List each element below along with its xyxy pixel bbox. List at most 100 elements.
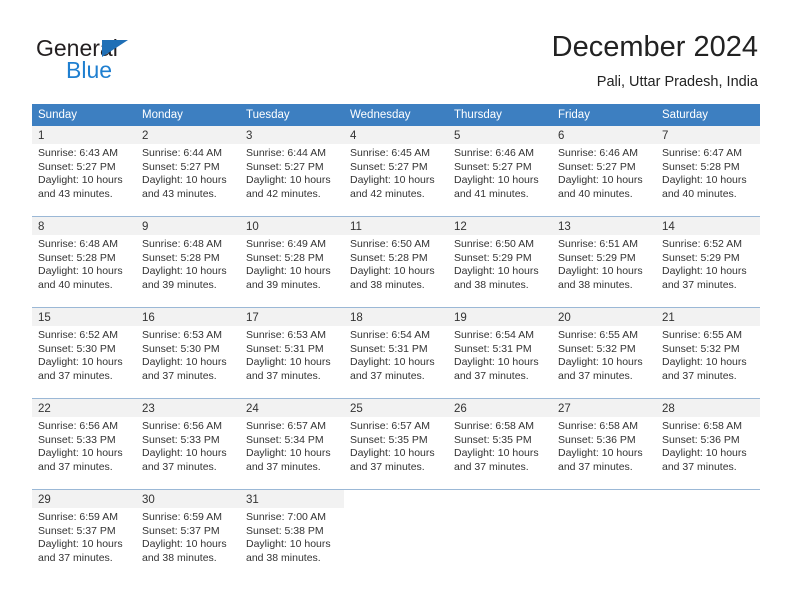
day-number-bar: 13	[552, 217, 656, 235]
day-cell[interactable]: 16 Sunrise: 6:53 AM Sunset: 5:30 PM Dayligh…	[136, 308, 240, 387]
sunrise-time: Sunrise: 6:53 AM	[246, 329, 326, 341]
daylight-duration-line2: and 42 minutes.	[350, 187, 425, 200]
day-cell[interactable]: 18 Sunrise: 6:54 AM Sunset: 5:31 PM Dayligh…	[344, 308, 448, 387]
day-info: Sunrise: 6:46 AM Sunset: 5:27 PM Daylight:…	[448, 144, 552, 201]
day-number: 8	[38, 221, 45, 233]
day-cell[interactable]: 30 Sunrise: 6:59 AM Sunset: 5:37 PM Dayligh…	[136, 490, 240, 569]
daylight-duration-line1: Daylight: 10 hours	[662, 447, 747, 460]
sunset-time: Sunset: 5:37 PM	[38, 524, 116, 537]
day-number: 28	[662, 403, 675, 415]
day-info: Sunrise: 6:48 AM Sunset: 5:28 PM Daylight:…	[32, 235, 136, 292]
day-number-bar	[448, 490, 552, 508]
daylight-duration-line2: and 37 minutes.	[350, 460, 425, 473]
daylight-duration-line1: Daylight: 10 hours	[350, 356, 435, 369]
day-cell[interactable]: 13 Sunrise: 6:51 AM Sunset: 5:29 PM Dayligh…	[552, 217, 656, 296]
calendar-page: General Blue December 2024 Pali, Uttar P…	[0, 0, 792, 612]
daylight-duration-line2: and 37 minutes.	[558, 460, 633, 473]
day-cell[interactable]: 31 Sunrise: 7:00 AM Sunset: 5:38 PM Dayligh…	[240, 490, 344, 569]
day-cell[interactable]: 24 Sunrise: 6:57 AM Sunset: 5:34 PM Dayligh…	[240, 399, 344, 478]
sunrise-time: Sunrise: 6:59 AM	[38, 511, 118, 523]
day-info: Sunrise: 6:46 AM Sunset: 5:27 PM Daylight:…	[552, 144, 656, 201]
day-number-bar: 18	[344, 308, 448, 326]
day-number-bar: 28	[656, 399, 760, 417]
day-info: Sunrise: 6:53 AM Sunset: 5:30 PM Daylight:…	[136, 326, 240, 383]
day-cell[interactable]: 19 Sunrise: 6:54 AM Sunset: 5:31 PM Dayligh…	[448, 308, 552, 387]
daylight-duration-line1: Daylight: 10 hours	[142, 265, 227, 278]
daylight-duration-line2: and 37 minutes.	[142, 460, 217, 473]
day-cell[interactable]: 29 Sunrise: 6:59 AM Sunset: 5:37 PM Dayligh…	[32, 490, 136, 569]
sunset-time: Sunset: 5:28 PM	[662, 160, 740, 173]
daylight-duration-line1: Daylight: 10 hours	[246, 447, 331, 460]
sunrise-time: Sunrise: 6:52 AM	[662, 238, 742, 250]
sunrise-time: Sunrise: 6:44 AM	[142, 147, 222, 159]
day-info	[344, 508, 448, 511]
sunrise-time: Sunrise: 6:54 AM	[454, 329, 534, 341]
daylight-duration-line1: Daylight: 10 hours	[454, 356, 539, 369]
day-cell-empty	[448, 490, 552, 569]
day-number-bar: 4	[344, 126, 448, 144]
day-number-bar: 20	[552, 308, 656, 326]
day-number: 9	[142, 221, 149, 233]
daylight-duration-line2: and 37 minutes.	[246, 369, 321, 382]
day-cell[interactable]: 1 Sunrise: 6:43 AM Sunset: 5:27 PM Daylight…	[32, 126, 136, 205]
day-cell[interactable]: 21 Sunrise: 6:55 AM Sunset: 5:32 PM Dayligh…	[656, 308, 760, 387]
day-info	[448, 508, 552, 511]
day-number: 31	[246, 494, 259, 506]
day-info	[656, 508, 760, 511]
week-row: 15 Sunrise: 6:52 AM Sunset: 5:30 PM Dayligh…	[32, 307, 760, 387]
day-cell[interactable]: 26 Sunrise: 6:58 AM Sunset: 5:35 PM Dayligh…	[448, 399, 552, 478]
day-info: Sunrise: 6:56 AM Sunset: 5:33 PM Daylight:…	[136, 417, 240, 474]
day-number: 4	[350, 130, 357, 142]
day-cell[interactable]: 25 Sunrise: 6:57 AM Sunset: 5:35 PM Dayligh…	[344, 399, 448, 478]
day-cell[interactable]: 10 Sunrise: 6:49 AM Sunset: 5:28 PM Dayligh…	[240, 217, 344, 296]
day-cell[interactable]: 2 Sunrise: 6:44 AM Sunset: 5:27 PM Daylight…	[136, 126, 240, 205]
day-number-bar: 3	[240, 126, 344, 144]
sunrise-time: Sunrise: 6:47 AM	[662, 147, 742, 159]
daylight-duration-line1: Daylight: 10 hours	[454, 447, 539, 460]
day-cell[interactable]: 23 Sunrise: 6:56 AM Sunset: 5:33 PM Dayligh…	[136, 399, 240, 478]
sunrise-time: Sunrise: 6:52 AM	[38, 329, 118, 341]
day-number-bar: 9	[136, 217, 240, 235]
day-cell[interactable]: 11 Sunrise: 6:50 AM Sunset: 5:28 PM Dayligh…	[344, 217, 448, 296]
day-cell[interactable]: 3 Sunrise: 6:44 AM Sunset: 5:27 PM Daylight…	[240, 126, 344, 205]
sunrise-time: Sunrise: 6:46 AM	[558, 147, 638, 159]
week-separator	[32, 387, 760, 398]
sunset-time: Sunset: 5:35 PM	[350, 433, 428, 446]
day-cell[interactable]: 27 Sunrise: 6:58 AM Sunset: 5:36 PM Dayligh…	[552, 399, 656, 478]
day-number: 29	[38, 494, 51, 506]
day-cell[interactable]: 8 Sunrise: 6:48 AM Sunset: 5:28 PM Daylight…	[32, 217, 136, 296]
day-info: Sunrise: 6:48 AM Sunset: 5:28 PM Daylight:…	[136, 235, 240, 292]
day-cell[interactable]: 4 Sunrise: 6:45 AM Sunset: 5:27 PM Daylight…	[344, 126, 448, 205]
day-cell[interactable]: 28 Sunrise: 6:58 AM Sunset: 5:36 PM Dayligh…	[656, 399, 760, 478]
daylight-duration-line1: Daylight: 10 hours	[246, 265, 331, 278]
sunset-time: Sunset: 5:28 PM	[350, 251, 428, 264]
day-number-bar	[552, 490, 656, 508]
day-cell[interactable]: 5 Sunrise: 6:46 AM Sunset: 5:27 PM Daylight…	[448, 126, 552, 205]
day-cell[interactable]: 22 Sunrise: 6:56 AM Sunset: 5:33 PM Dayligh…	[32, 399, 136, 478]
day-cell[interactable]: 20 Sunrise: 6:55 AM Sunset: 5:32 PM Dayligh…	[552, 308, 656, 387]
day-cell-empty	[552, 490, 656, 569]
sunset-time: Sunset: 5:27 PM	[558, 160, 636, 173]
day-info: Sunrise: 6:50 AM Sunset: 5:29 PM Daylight:…	[448, 235, 552, 292]
sunset-time: Sunset: 5:30 PM	[38, 342, 116, 355]
weekday-header-row: Sunday Monday Tuesday Wednesday Thursday…	[32, 104, 760, 126]
day-cell[interactable]: 12 Sunrise: 6:50 AM Sunset: 5:29 PM Dayligh…	[448, 217, 552, 296]
page-subtitle-location: Pali, Uttar Pradesh, India	[596, 74, 758, 90]
sunset-time: Sunset: 5:29 PM	[662, 251, 740, 264]
day-cell[interactable]: 14 Sunrise: 6:52 AM Sunset: 5:29 PM Dayligh…	[656, 217, 760, 296]
general-blue-logo[interactable]: General Blue	[36, 35, 236, 87]
day-cell[interactable]: 17 Sunrise: 6:53 AM Sunset: 5:31 PM Dayligh…	[240, 308, 344, 387]
sunrise-time: Sunrise: 6:49 AM	[246, 238, 326, 250]
day-number: 11	[350, 221, 362, 233]
daylight-duration-line1: Daylight: 10 hours	[558, 174, 643, 187]
day-cell[interactable]: 9 Sunrise: 6:48 AM Sunset: 5:28 PM Daylight…	[136, 217, 240, 296]
day-cell[interactable]: 6 Sunrise: 6:46 AM Sunset: 5:27 PM Daylight…	[552, 126, 656, 205]
daylight-duration-line2: and 37 minutes.	[662, 460, 737, 473]
day-cell[interactable]: 7 Sunrise: 6:47 AM Sunset: 5:28 PM Daylight…	[656, 126, 760, 205]
day-cell[interactable]: 15 Sunrise: 6:52 AM Sunset: 5:30 PM Dayligh…	[32, 308, 136, 387]
sunrise-time: Sunrise: 6:53 AM	[142, 329, 222, 341]
sunrise-time: Sunrise: 6:48 AM	[142, 238, 222, 250]
daylight-duration-line2: and 37 minutes.	[246, 460, 321, 473]
sunset-time: Sunset: 5:27 PM	[142, 160, 220, 173]
page-title: December 2024	[551, 31, 758, 63]
